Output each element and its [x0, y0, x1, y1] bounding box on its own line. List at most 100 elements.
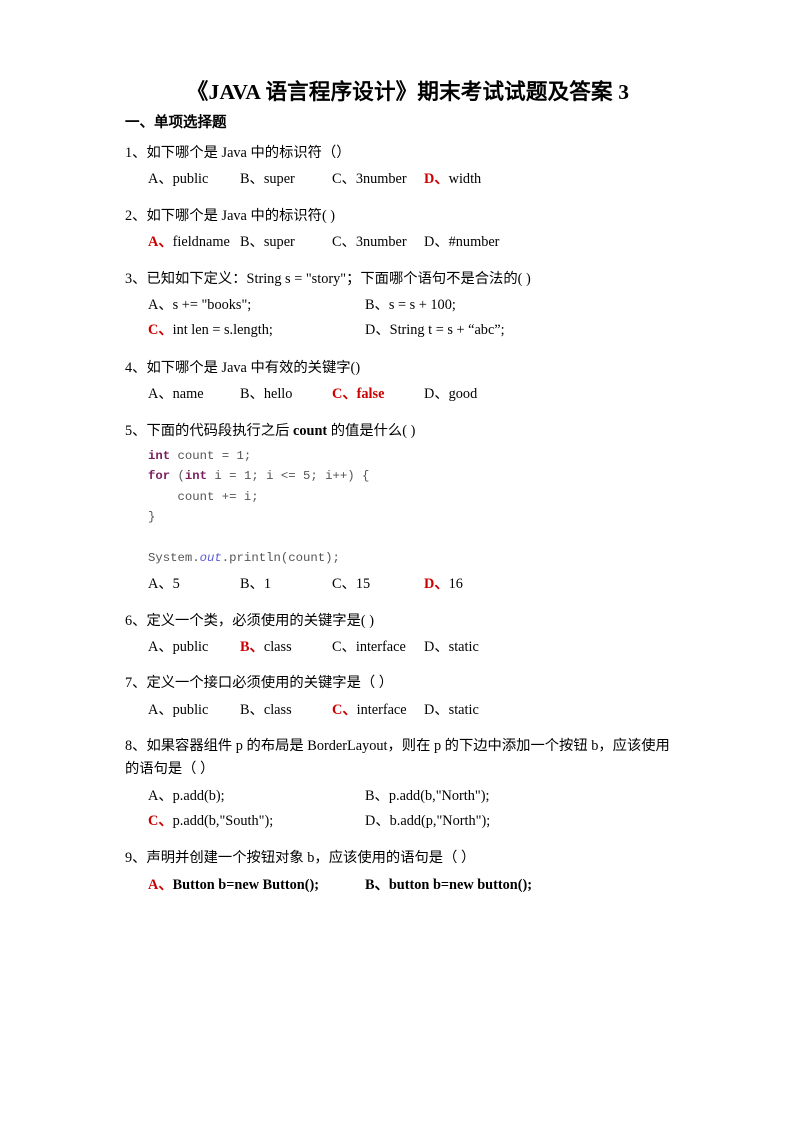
option-label: B、	[365, 787, 389, 804]
option-text: Button b=new Button();	[172, 876, 319, 893]
question-stem: 5、下面的代码段执行之后 count 的值是什么( )	[125, 420, 677, 443]
answer-option[interactable]: A、public	[148, 167, 240, 192]
answer-option[interactable]: A、public	[148, 698, 240, 723]
answer-option[interactable]: B、super	[240, 167, 332, 192]
answer-options: A、public B、super C、3number D、width	[125, 167, 677, 192]
code-line: count += i;	[148, 487, 677, 507]
answer-option[interactable]: B、p.add(b,"North");	[365, 784, 677, 809]
question-stem: 1、如下哪个是 Java 中的标识符（）	[125, 145, 351, 162]
option-text: name	[172, 385, 204, 402]
option-text: 16	[448, 576, 463, 593]
question-block: 3、已知如下定义：String s = "story"；下面哪个语句不是合法的(…	[125, 268, 677, 344]
answer-option[interactable]: B、hello	[240, 382, 332, 407]
answer-option[interactable]: A、5	[148, 572, 240, 597]
answer-options: A、5 B、1 C、15 D、16	[125, 572, 677, 597]
code-snippet: int count = 1; for (int i = 1; i <= 5; i+…	[125, 446, 677, 568]
option-text: static	[448, 638, 479, 655]
answer-option-correct[interactable]: D、16	[424, 572, 463, 597]
answer-option[interactable]: C、3number	[332, 230, 424, 255]
answer-option-correct[interactable]: C、false	[332, 382, 424, 407]
answer-option[interactable]: B、s = s + 100;	[365, 293, 677, 318]
answer-option[interactable]: D、String t = s + “abc”;	[365, 318, 677, 343]
option-text: public	[172, 701, 209, 718]
question-block: 7、定义一个接口必须使用的关键字是（ ） A、public B、class C、int…	[125, 672, 677, 722]
code-line: for (int i = 1; i <= 5; i++) {	[148, 466, 677, 486]
answer-option-correct[interactable]: D、width	[424, 167, 481, 192]
option-text: int len = s.length;	[172, 322, 273, 339]
option-text: 1	[263, 576, 271, 593]
option-text: 5	[172, 576, 180, 593]
answer-option[interactable]: A、public	[148, 635, 240, 660]
answer-options: A、name B、hello C、false D、good	[125, 382, 677, 407]
option-label: C、	[148, 322, 173, 339]
option-label: B、	[240, 576, 264, 593]
code-keyword: int	[148, 448, 171, 463]
option-label: C、	[332, 576, 356, 593]
option-label: A、	[148, 876, 173, 893]
question-stem: 4、如下哪个是 Java 中有效的关键字()	[125, 359, 361, 376]
question-stem: 3、已知如下定义：String s = "story"；下面哪个语句不是合法的(…	[125, 270, 531, 287]
option-label: C、	[332, 234, 356, 251]
code-text: }	[148, 509, 156, 524]
option-label: A、	[148, 576, 173, 593]
answer-options: A、public B、class C、interface D、static	[125, 635, 677, 660]
section-heading-multiple-choice: 一、单项选择题	[125, 115, 227, 132]
option-text: 15	[355, 576, 371, 593]
answer-option[interactable]: A、name	[148, 382, 240, 407]
option-label: D、	[365, 322, 390, 339]
option-text: class	[263, 701, 292, 718]
answer-option[interactable]: C、interface	[332, 635, 424, 660]
option-text: s += "books";	[172, 296, 252, 313]
answer-option[interactable]: B、class	[240, 698, 332, 723]
answer-option[interactable]: D、good	[424, 382, 477, 407]
answer-option-correct[interactable]: B、class	[240, 635, 332, 660]
answer-option[interactable]: B、super	[240, 230, 332, 255]
option-text: String t = s + “abc”;	[389, 322, 505, 339]
answer-option[interactable]: A、s += "books";	[148, 293, 365, 318]
answer-option-correct[interactable]: A、Button b=new Button();	[148, 873, 365, 898]
answer-option[interactable]: D、#number	[424, 230, 499, 255]
answer-option[interactable]: B、button b=new button();	[365, 873, 677, 898]
code-line: }	[148, 507, 677, 527]
answer-option[interactable]: C、3number	[332, 167, 424, 192]
answer-option[interactable]: A、p.add(b);	[148, 784, 365, 809]
option-label: D、	[365, 812, 390, 829]
answer-option[interactable]: D、static	[424, 698, 479, 723]
answer-option[interactable]: D、static	[424, 635, 479, 660]
answer-options: A、public B、class C、interface D、static	[125, 698, 677, 723]
option-text: 3number	[355, 234, 407, 251]
option-label: A、	[148, 701, 173, 718]
option-text: width	[448, 171, 482, 188]
option-text: button b=new button();	[388, 876, 533, 893]
option-label: D、	[424, 171, 449, 188]
question-block: 2、如下哪个是 Java 中的标识符( ) A、fieldname B、super C…	[125, 205, 677, 255]
question-stem-part: 的值是什么( )	[327, 422, 416, 439]
question-stem: 2、如下哪个是 Java 中的标识符( )	[125, 208, 336, 225]
code-text: System.	[148, 550, 200, 565]
answer-option-correct[interactable]: A、fieldname	[148, 230, 240, 255]
option-label: A、	[148, 234, 173, 251]
option-text: super	[263, 171, 295, 188]
option-text: b.add(p,"North");	[389, 812, 491, 829]
code-line: int count = 1;	[148, 446, 677, 466]
option-label: D、	[424, 638, 449, 655]
answer-option[interactable]: D、b.add(p,"North");	[365, 809, 677, 834]
question-stem: 8、如果容器组件 p 的布局是 BorderLayout，则在 p 的下边中添加…	[125, 738, 670, 778]
option-label: B、	[240, 385, 264, 402]
answer-option[interactable]: B、1	[240, 572, 332, 597]
page-title: 《JAVA 语言程序设计》期末考试试题及答案 3	[186, 80, 630, 104]
option-label: B、	[240, 171, 264, 188]
answer-option[interactable]: C、15	[332, 572, 424, 597]
code-text: i = 1; i <= 5; i++) {	[207, 469, 370, 484]
answer-option-correct[interactable]: C、interface	[332, 698, 424, 723]
document-content: 《JAVA 语言程序设计》期末考试试题及答案 3 一、单项选择题 1、如下哪个是…	[125, 78, 677, 911]
answer-options: A、p.add(b); B、p.add(b,"North"); C、p.add(b,…	[125, 784, 677, 835]
answer-option-correct[interactable]: C、int len = s.length;	[148, 318, 365, 343]
option-text: p.add(b,"North");	[388, 787, 490, 804]
question-stem: 6、定义一个类，必须使用的关键字是( )	[125, 612, 374, 629]
option-text: p.add(b,"South");	[172, 812, 274, 829]
option-label: D、	[424, 576, 449, 593]
question-block: 8、如果容器组件 p 的布局是 BorderLayout，则在 p 的下边中添加…	[125, 735, 677, 834]
answer-option-correct[interactable]: C、p.add(b,"South");	[148, 809, 365, 834]
answer-options: A、fieldname B、super C、3number D、#number	[125, 230, 677, 255]
